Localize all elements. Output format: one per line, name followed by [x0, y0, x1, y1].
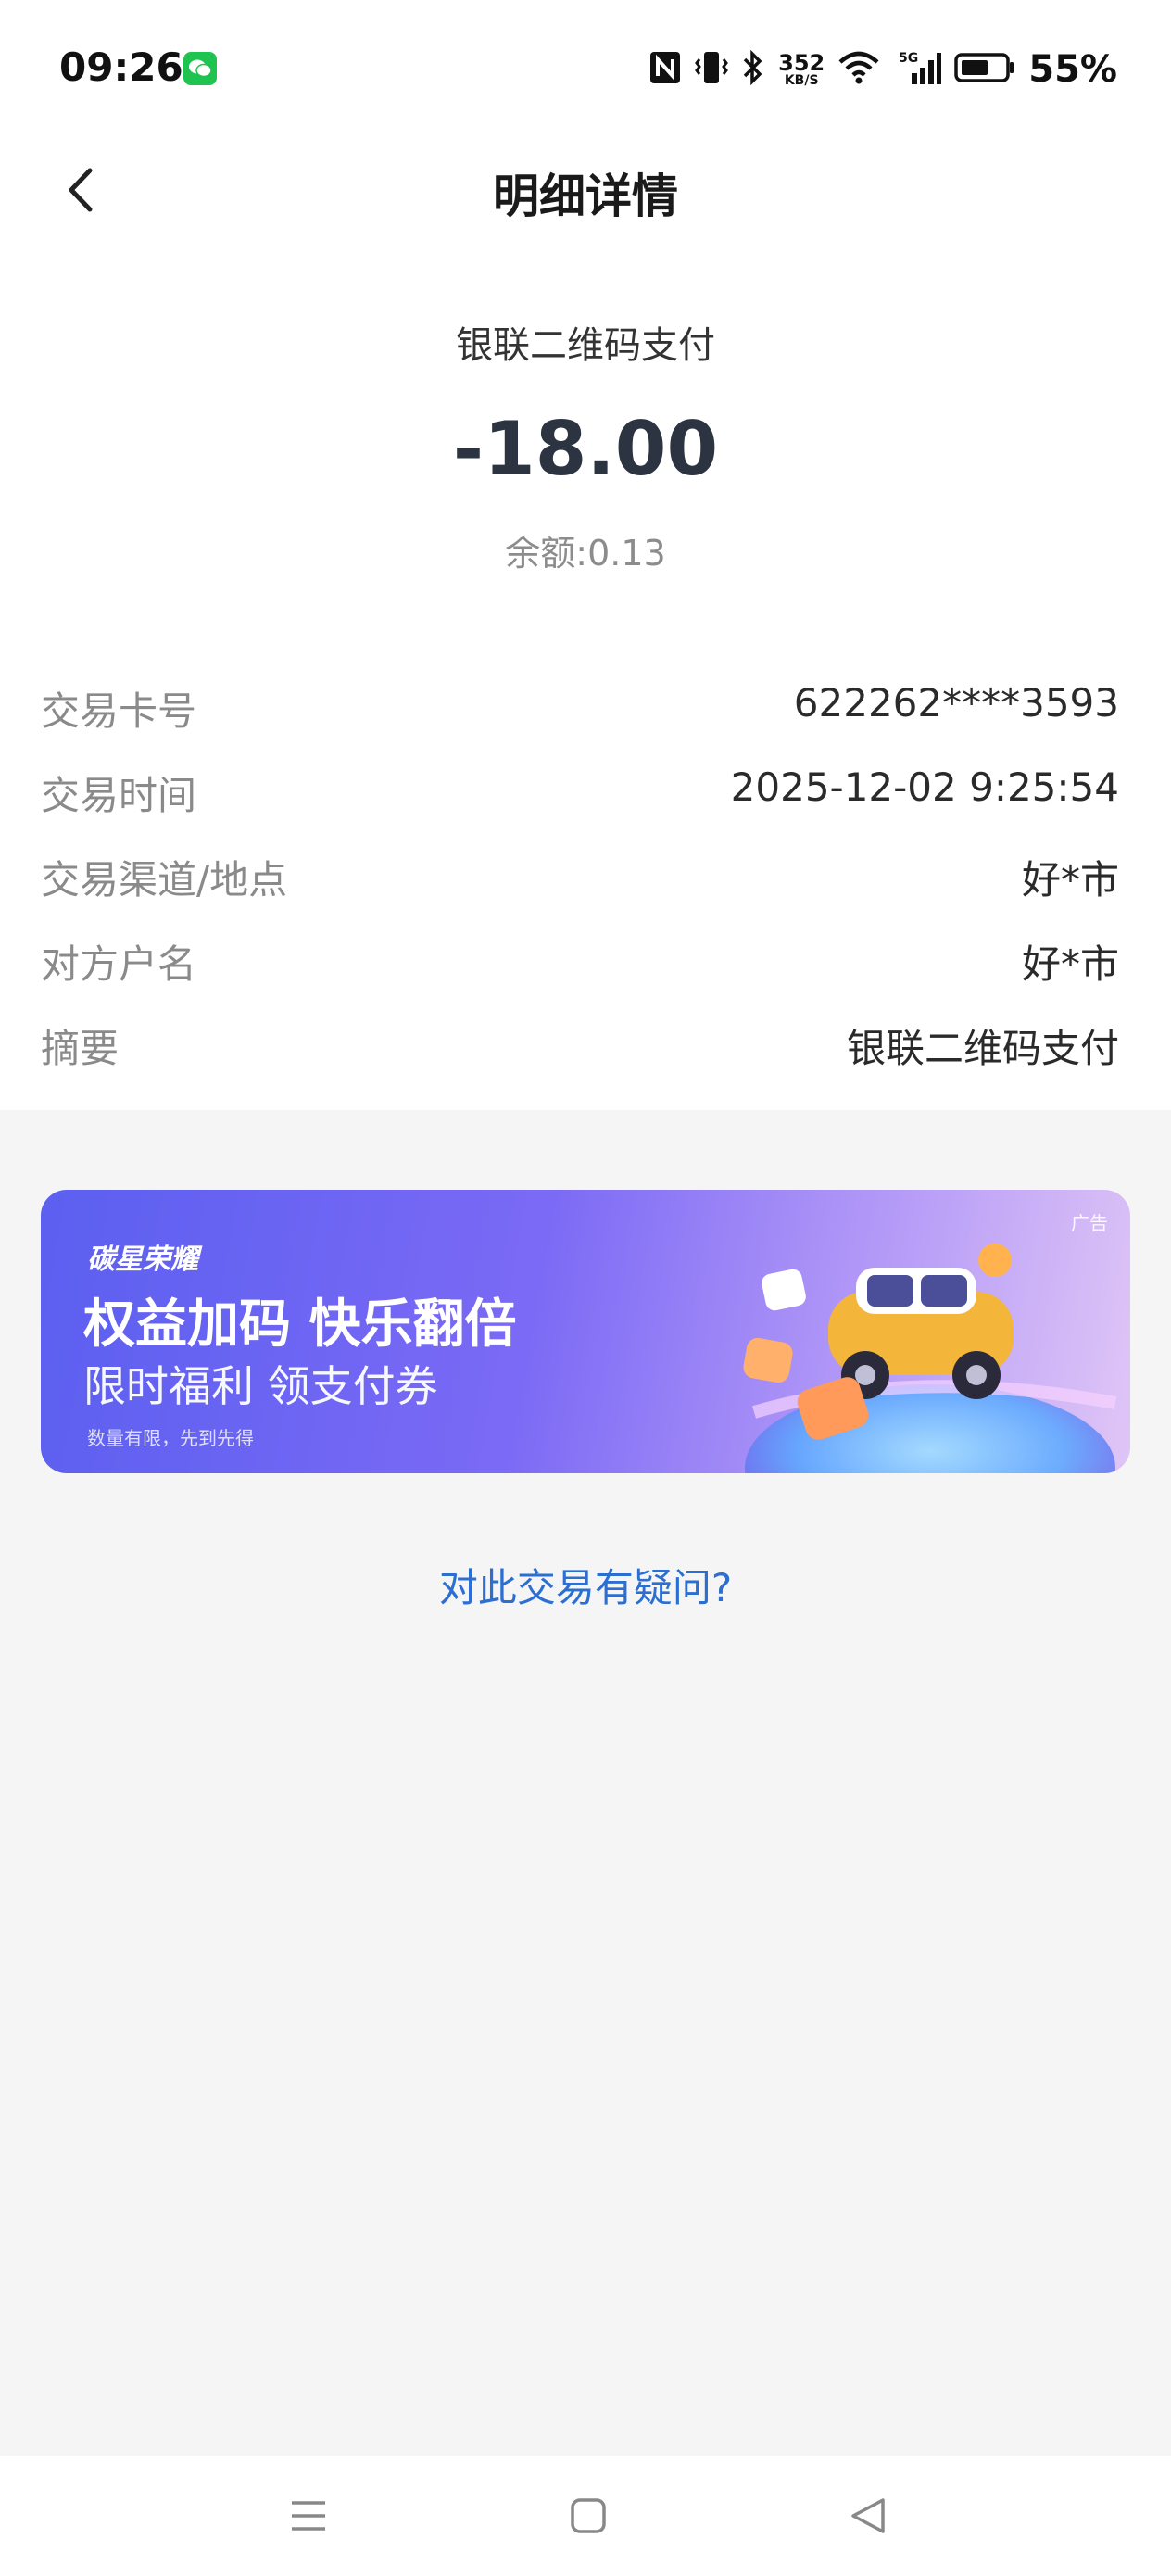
menu-icon: [292, 2501, 325, 2531]
detail-row-summary: 摘要 银联二维码支付: [0, 1004, 1171, 1089]
detail-row-channel: 交易渠道/地点 好*市: [0, 836, 1171, 920]
bluetooth-icon: [741, 49, 765, 89]
detail-list: 交易卡号 622262****3593 交易时间 2025-12-02 9:25…: [0, 667, 1171, 1089]
detail-row-card-number: 交易卡号 622262****3593: [0, 667, 1171, 751]
ad-subline: 限时福利 领支付券: [83, 1361, 438, 1411]
recent-apps-button[interactable]: [276, 2483, 341, 2548]
page-title: 明细详情: [493, 170, 678, 223]
nfc-icon: [648, 50, 682, 89]
page: 09:26 352 KB/S 5G 55% 明细详情 银联二维码支付 -18.0…: [0, 0, 1171, 2576]
header-bar: 明细详情: [0, 139, 1171, 241]
detail-label: 交易卡号: [41, 688, 197, 734]
status-time: 09:26: [59, 44, 183, 90]
home-button[interactable]: [556, 2483, 621, 2548]
ad-brand-logo: 碳星荣耀: [87, 1244, 198, 1276]
ad-headline: 权益加码 快乐翻倍: [83, 1294, 517, 1355]
network-speed: 352 KB/S: [778, 50, 825, 88]
wechat-icon: [183, 52, 217, 85]
account-balance: 余额:0.13: [505, 533, 666, 574]
system-nav-bar: [0, 2456, 1171, 2576]
detail-label: 摘要: [41, 1026, 120, 1071]
detail-value: 好*市: [1021, 941, 1119, 987]
detail-value: 银联二维码支付: [846, 1026, 1119, 1071]
transaction-question-link[interactable]: 对此交易有疑问?: [0, 1557, 1171, 1613]
detail-value: 好*市: [1021, 857, 1119, 903]
nav-back-button[interactable]: [836, 2483, 900, 2548]
status-icons: 352 KB/S 5G 55%: [648, 46, 1117, 93]
detail-label: 交易渠道/地点: [41, 857, 288, 903]
car-illustration: [743, 1244, 1117, 1473]
home-square-icon: [571, 2498, 606, 2533]
detail-label: 交易时间: [41, 773, 197, 818]
transaction-amount: -18.00: [452, 406, 719, 492]
battery-percent: 55%: [1028, 48, 1117, 91]
status-bar: 09:26 352 KB/S 5G 55%: [0, 0, 1171, 139]
detail-value: 2025-12-02 9:25:54: [730, 764, 1119, 810]
transaction-detail-card: 银联二维码支付 -18.00 余额:0.13 交易卡号 622262****35…: [0, 241, 1171, 1110]
detail-value: 622262****3593: [793, 680, 1119, 726]
wifi-icon: [837, 51, 880, 88]
detail-label: 对方户名: [41, 941, 197, 987]
detail-row-time: 交易时间 2025-12-02 9:25:54: [0, 751, 1171, 836]
ad-banner[interactable]: 广告 碳星荣耀 权益加码 快乐翻倍 限时福利 领支付券 数量有限，先到先得: [41, 1190, 1130, 1473]
detail-row-counterparty: 对方户名 好*市: [0, 920, 1171, 1004]
ad-footnote: 数量有限，先到先得: [87, 1427, 254, 1449]
signal-5g-icon: 5G: [893, 49, 942, 90]
svg-text:5G: 5G: [899, 51, 918, 66]
battery-icon: [954, 51, 1015, 88]
transaction-type: 银联二维码支付: [456, 324, 715, 367]
back-triangle-icon: [851, 2498, 885, 2533]
vibrate-icon: [695, 50, 729, 89]
